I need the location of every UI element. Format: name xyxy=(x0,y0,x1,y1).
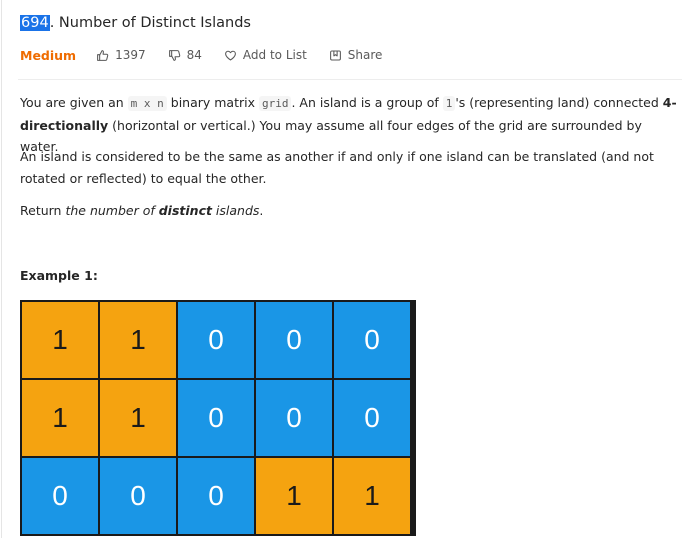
inline-code: m x n xyxy=(127,96,167,111)
grid-cell-water: 0 xyxy=(177,301,255,379)
example-grid-image: 110001100000011 xyxy=(20,300,416,536)
grid-cell-land: 1 xyxy=(21,301,99,379)
text-span: islands xyxy=(211,203,260,218)
grid-cell-land: 1 xyxy=(99,379,177,457)
difficulty-badge: Medium xyxy=(20,47,77,63)
grid-cell-land: 1 xyxy=(21,379,99,457)
inline-code: 1 xyxy=(442,96,456,111)
left-border xyxy=(1,0,2,538)
share-label: Share xyxy=(347,48,383,62)
grid-cell-land: 1 xyxy=(333,457,411,535)
description-paragraph-3: Return the number of distinct islands. xyxy=(20,200,680,222)
problem-number: 694 xyxy=(20,15,50,31)
grid-cell-water: 0 xyxy=(255,379,333,457)
grid-cell-land: 1 xyxy=(99,301,177,379)
like-button[interactable]: 1397 xyxy=(96,48,146,62)
grid-cell-land: 1 xyxy=(255,457,333,535)
text-span: . An island is a group of xyxy=(291,95,443,110)
thumbs-down-icon xyxy=(168,49,180,61)
text-span: 's (representing land) connected xyxy=(455,95,663,110)
grid-cell-water: 0 xyxy=(333,379,411,457)
add-to-list-button[interactable]: Add to List xyxy=(224,48,307,62)
dislike-count: 84 xyxy=(186,48,202,62)
inline-code: grid xyxy=(258,96,292,111)
like-count: 1397 xyxy=(115,48,146,62)
example-label: Example 1: xyxy=(20,268,98,283)
problem-meta-bar: Medium 1397 84 Add to List Share xyxy=(20,45,404,65)
text-span: binary matrix xyxy=(166,95,259,110)
problem-title: 694. Number of Distinct Islands xyxy=(20,12,251,34)
grid-cell-water: 0 xyxy=(21,457,99,535)
description-paragraph-2: An island is considered to be the same a… xyxy=(20,149,654,186)
thumbs-up-icon xyxy=(97,49,109,61)
problem-page: 694. Number of Distinct Islands Medium 1… xyxy=(0,0,692,538)
bold-text: distinct xyxy=(158,203,212,218)
share-icon xyxy=(329,50,341,60)
grid-cell-water: 0 xyxy=(177,379,255,457)
italic-text: the number of distinct islands xyxy=(65,203,259,218)
grid-cell-water: 0 xyxy=(99,457,177,535)
heart-icon xyxy=(225,50,236,60)
add-to-list-label: Add to List xyxy=(242,48,307,62)
text-span: the number of xyxy=(65,203,159,218)
problem-title-text: . Number of Distinct Islands xyxy=(49,15,251,31)
grid-cell-water: 0 xyxy=(333,301,411,379)
dislike-button[interactable]: 84 xyxy=(168,48,202,62)
header-divider xyxy=(18,79,682,80)
text-span: Return xyxy=(20,203,66,218)
grid-cell-water: 0 xyxy=(177,457,255,535)
share-button[interactable]: Share xyxy=(329,48,383,62)
text-span: You are given an xyxy=(20,95,128,110)
text-span: . xyxy=(259,203,264,218)
grid-cell-water: 0 xyxy=(255,301,333,379)
